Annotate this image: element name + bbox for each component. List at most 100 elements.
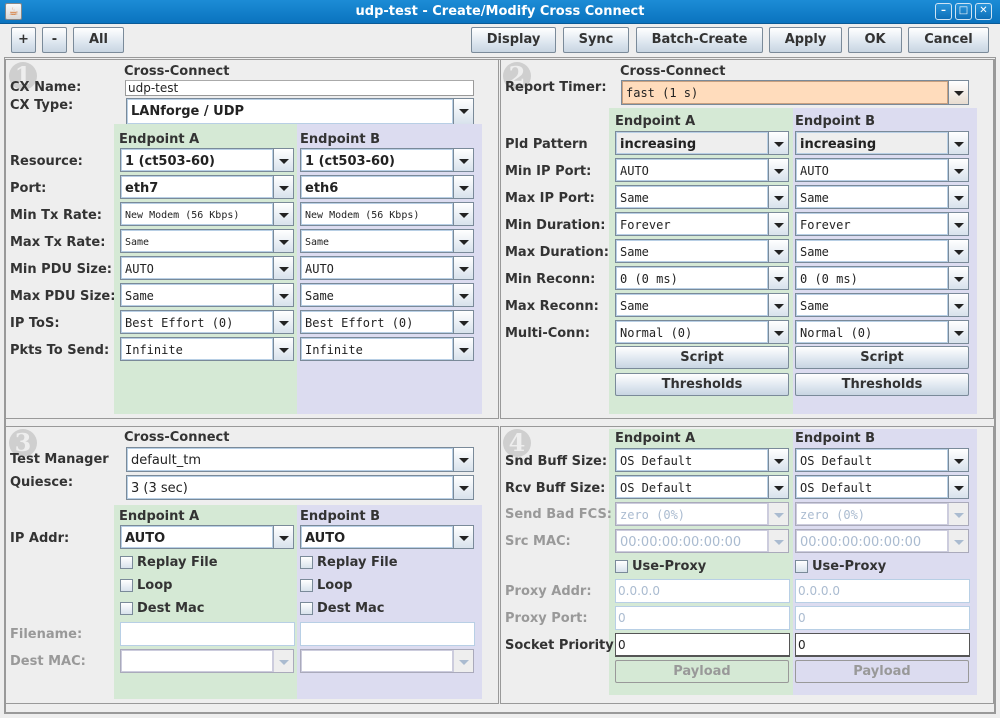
chevron-down-icon[interactable]: [948, 449, 968, 471]
multi-conn-select-b[interactable]: Normal (0): [795, 320, 969, 344]
cancel-button[interactable]: Cancel: [908, 27, 989, 53]
thresholds-button-b[interactable]: Thresholds: [795, 373, 969, 396]
max-duration-select-a[interactable]: Same: [615, 239, 789, 263]
chevron-down-icon[interactable]: [453, 203, 473, 225]
min-duration-select-b[interactable]: Forever: [795, 212, 969, 236]
chevron-down-icon[interactable]: [273, 650, 293, 672]
replay-file-checkbox-b[interactable]: Replay File: [300, 555, 398, 570]
resource-select-b[interactable]: 1 (ct503-60): [300, 148, 474, 172]
checkbox-icon[interactable]: [300, 579, 313, 592]
chevron-down-icon[interactable]: [768, 321, 788, 343]
chevron-down-icon[interactable]: [273, 311, 293, 333]
maximize-button[interactable]: □: [955, 3, 972, 20]
chevron-down-icon[interactable]: [453, 257, 473, 279]
chevron-down-icon[interactable]: [273, 284, 293, 306]
socket-priority-input-b[interactable]: 0: [795, 633, 970, 657]
chevron-down-icon[interactable]: [453, 311, 473, 333]
checkbox-icon[interactable]: [120, 602, 133, 615]
proxy-addr-input-b[interactable]: 0.0.0.0: [795, 579, 970, 603]
payload-button-b[interactable]: Payload: [795, 660, 969, 683]
rcv-buff-select-a[interactable]: OS Default: [615, 475, 789, 499]
min-tx-rate-select-b[interactable]: New Modem (56 Kbps): [300, 202, 474, 226]
checkbox-icon[interactable]: [120, 579, 133, 592]
snd-buff-select-a[interactable]: OS Default: [615, 448, 789, 472]
chevron-down-icon[interactable]: [948, 159, 968, 181]
loop-checkbox-b[interactable]: Loop: [300, 578, 352, 593]
replay-file-checkbox-a[interactable]: Replay File: [120, 555, 218, 570]
script-button-b[interactable]: Script: [795, 346, 969, 369]
socket-priority-input-a[interactable]: 0: [615, 633, 790, 657]
cx-name-input[interactable]: udp-test: [125, 80, 474, 96]
use-proxy-checkbox-a[interactable]: Use-Proxy: [615, 559, 706, 574]
chevron-down-icon[interactable]: [453, 230, 473, 252]
ip-addr-select-b[interactable]: AUTO: [300, 525, 474, 549]
chevron-down-icon[interactable]: [768, 132, 788, 154]
chevron-down-icon[interactable]: [948, 213, 968, 235]
send-bad-fcs-select-a[interactable]: zero (0%): [615, 502, 789, 526]
thresholds-button-a[interactable]: Thresholds: [615, 373, 789, 396]
max-ip-port-select-b[interactable]: Same: [795, 185, 969, 209]
chevron-down-icon[interactable]: [948, 476, 968, 498]
max-reconn-select-b[interactable]: Same: [795, 293, 969, 317]
min-ip-port-select-a[interactable]: AUTO: [615, 158, 789, 182]
sync-button[interactable]: Sync: [563, 27, 629, 53]
chevron-down-icon[interactable]: [768, 476, 788, 498]
chevron-down-icon[interactable]: [948, 321, 968, 343]
min-tx-rate-select-a[interactable]: New Modem (56 Kbps): [120, 202, 294, 226]
chevron-down-icon[interactable]: [453, 476, 473, 499]
checkbox-icon[interactable]: [300, 556, 313, 569]
chevron-down-icon[interactable]: [453, 99, 473, 124]
chevron-down-icon[interactable]: [768, 213, 788, 235]
chevron-down-icon[interactable]: [273, 203, 293, 225]
chevron-down-icon[interactable]: [273, 176, 293, 198]
display-button[interactable]: Display: [471, 27, 556, 53]
payload-button-a[interactable]: Payload: [615, 660, 789, 683]
chevron-down-icon[interactable]: [453, 284, 473, 306]
minus-button[interactable]: -: [42, 27, 67, 53]
close-button[interactable]: ✕: [975, 3, 992, 20]
port-select-b[interactable]: eth6: [300, 175, 474, 199]
min-pdu-size-select-b[interactable]: AUTO: [300, 256, 474, 280]
report-timer-select[interactable]: fast (1 s): [621, 80, 969, 105]
dest-mac-select-b[interactable]: [300, 649, 474, 673]
filename-input-a[interactable]: [120, 622, 295, 646]
chevron-down-icon[interactable]: [273, 257, 293, 279]
multi-conn-select-a[interactable]: Normal (0): [615, 320, 789, 344]
resource-select-a[interactable]: 1 (ct503-60): [120, 148, 294, 172]
chevron-down-icon[interactable]: [948, 186, 968, 208]
loop-checkbox-a[interactable]: Loop: [120, 578, 172, 593]
ok-button[interactable]: OK: [848, 27, 902, 53]
apply-button[interactable]: Apply: [769, 27, 842, 53]
chevron-down-icon[interactable]: [768, 449, 788, 471]
ip-addr-select-a[interactable]: AUTO: [120, 525, 294, 549]
pld-pattern-select-a[interactable]: increasing: [615, 131, 789, 155]
max-tx-rate-select-a[interactable]: Same: [120, 229, 294, 253]
max-ip-port-select-a[interactable]: Same: [615, 185, 789, 209]
cx-type-select[interactable]: LANforge / UDP: [126, 98, 474, 125]
pkts-to-send-select-a[interactable]: Infinite: [120, 337, 294, 361]
script-button-a[interactable]: Script: [615, 346, 789, 369]
quiesce-select[interactable]: 3 (3 sec): [126, 475, 474, 500]
ip-tos-select-a[interactable]: Best Effort (0): [120, 310, 294, 334]
min-reconn-select-b[interactable]: 0 (0 ms): [795, 266, 969, 290]
proxy-addr-input-a[interactable]: 0.0.0.0: [615, 579, 790, 603]
send-bad-fcs-select-b[interactable]: zero (0%): [795, 502, 969, 526]
chevron-down-icon[interactable]: [273, 526, 293, 548]
chevron-down-icon[interactable]: [453, 338, 473, 360]
max-reconn-select-a[interactable]: Same: [615, 293, 789, 317]
chevron-down-icon[interactable]: [273, 338, 293, 360]
pld-pattern-select-b[interactable]: increasing: [795, 131, 969, 155]
max-tx-rate-select-b[interactable]: Same: [300, 229, 474, 253]
chevron-down-icon[interactable]: [768, 294, 788, 316]
max-pdu-size-select-a[interactable]: Same: [120, 283, 294, 307]
proxy-port-input-b[interactable]: 0: [795, 606, 970, 630]
chevron-down-icon[interactable]: [273, 230, 293, 252]
min-duration-select-a[interactable]: Forever: [615, 212, 789, 236]
chevron-down-icon[interactable]: [948, 530, 968, 552]
pkts-to-send-select-b[interactable]: Infinite: [300, 337, 474, 361]
batch-create-button[interactable]: Batch-Create: [636, 27, 763, 53]
chevron-down-icon[interactable]: [948, 81, 968, 104]
checkbox-icon[interactable]: [615, 560, 628, 573]
chevron-down-icon[interactable]: [768, 240, 788, 262]
use-proxy-checkbox-b[interactable]: Use-Proxy: [795, 559, 886, 574]
